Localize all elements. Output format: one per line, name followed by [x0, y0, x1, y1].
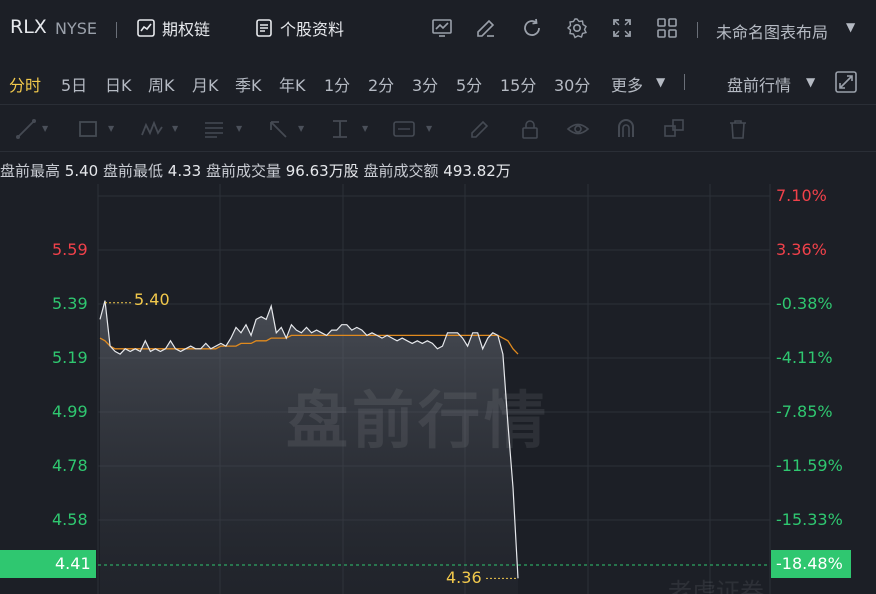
layout-name[interactable]: 未命名图表布局	[716, 19, 828, 43]
divider	[684, 74, 685, 90]
drawing-toolbar: ▼ ▼ ▼ ▼ ▼ ▼ ▼	[0, 104, 876, 152]
text-tool-icon[interactable]	[392, 117, 416, 141]
more-periods[interactable]: 更多	[611, 72, 643, 96]
low-marker-label: 4.36	[446, 568, 482, 587]
period-tab[interactable]: 年K	[279, 72, 306, 96]
y-tick-left: 4.78	[52, 456, 88, 475]
divider	[116, 22, 117, 38]
period-tab[interactable]: 月K	[192, 72, 219, 96]
volume-value: 96.63万股	[285, 162, 359, 180]
period-tab[interactable]: 1分	[324, 72, 350, 96]
caret-down-icon[interactable]: ▼	[108, 124, 114, 133]
period-tab[interactable]: 5日	[61, 72, 87, 96]
draw-edit-icon[interactable]	[474, 16, 498, 40]
period-tab[interactable]: 2分	[368, 72, 394, 96]
caret-down-icon[interactable]: ▼	[298, 124, 304, 133]
fib-tool-icon[interactable]	[202, 117, 226, 141]
caret-down-icon[interactable]: ▼	[362, 124, 368, 133]
period-tab[interactable]: 周K	[148, 72, 175, 96]
amount-value: 493.82万	[443, 162, 511, 180]
brush-icon[interactable]	[468, 117, 492, 141]
chart-watermark: 盘前行情	[286, 384, 551, 457]
period-tab[interactable]: 季K	[235, 72, 262, 96]
y-tick-right: 7.10%	[776, 186, 827, 205]
expand-icon[interactable]	[834, 70, 858, 94]
brand-watermark: 老虎证券	[668, 578, 764, 594]
indicator-chart-icon[interactable]	[430, 16, 454, 40]
stock-profile-label: 个股资料	[280, 20, 345, 39]
arrow-tool-icon[interactable]	[266, 117, 290, 141]
period-tab[interactable]: 3分	[412, 72, 438, 96]
divider	[697, 22, 698, 38]
y-tick-right: -7.85%	[776, 402, 833, 421]
stock-profile-button[interactable]: 个股资料	[254, 16, 344, 40]
low-label: 盘前最低	[102, 162, 163, 180]
low-value: 4.33	[167, 162, 202, 180]
amount-label: 盘前成交额	[363, 162, 439, 180]
period-tab[interactable]: 30分	[554, 72, 590, 96]
options-chain-icon	[137, 19, 155, 37]
trendline-tool-icon[interactable]	[14, 117, 38, 141]
caret-down-icon[interactable]: ▼	[172, 124, 178, 133]
period-bar: 分时 5日 日K 周K 月K 季K 年K 1分 2分 3分 5分 15分 30分…	[0, 60, 876, 104]
y-tick-left: 5.59	[52, 240, 88, 259]
intraday-chart[interactable]: 盘前行情 5.59 5.39 5.19 4.99 4.78 4.58 7.10%…	[0, 184, 876, 594]
caret-down-icon[interactable]: ▼	[656, 75, 665, 89]
y-tick-right: 3.36%	[776, 240, 827, 259]
caret-down-icon[interactable]: ▼	[846, 20, 855, 34]
measure-tool-icon[interactable]	[328, 117, 352, 141]
y-tick-right: -0.38%	[776, 294, 833, 313]
period-tab[interactable]: 15分	[500, 72, 536, 96]
caret-down-icon[interactable]: ▼	[236, 124, 242, 133]
y-tick-right: -11.59%	[776, 456, 843, 475]
trash-icon[interactable]	[726, 117, 750, 141]
stock-symbol[interactable]: RLX	[10, 16, 47, 38]
volume-label: 盘前成交量	[205, 162, 281, 180]
refresh-icon[interactable]	[520, 16, 544, 40]
top-header: RLX NYSE 期权链 个股资料 未命名图表布局 ▼	[0, 0, 876, 60]
wave-tool-icon[interactable]	[140, 117, 164, 141]
eye-icon[interactable]	[566, 117, 590, 141]
high-marker-label: 5.40	[134, 290, 170, 309]
grid-layout-icon[interactable]	[655, 16, 679, 40]
fullscreen-icon[interactable]	[610, 16, 634, 40]
current-price-badge: 4.41	[0, 550, 96, 578]
period-tab[interactable]: 分时	[9, 72, 41, 96]
period-tab[interactable]: 日K	[105, 72, 132, 96]
layers-icon[interactable]	[662, 117, 686, 141]
caret-down-icon[interactable]: ▼	[42, 124, 48, 133]
caret-down-icon[interactable]: ▼	[426, 124, 432, 133]
y-tick-right: -4.11%	[776, 348, 833, 367]
high-value: 5.40	[64, 162, 99, 180]
magnet-icon[interactable]	[614, 117, 638, 141]
options-chain-button[interactable]: 期权链	[136, 16, 210, 40]
document-icon	[256, 19, 272, 37]
rectangle-tool-icon[interactable]	[76, 117, 100, 141]
y-tick-left: 4.58	[52, 510, 88, 529]
y-tick-left: 5.19	[52, 348, 88, 367]
options-chain-label: 期权链	[162, 20, 211, 39]
lock-icon[interactable]	[518, 117, 542, 141]
current-change-badge: -18.48%	[771, 550, 851, 578]
caret-down-icon[interactable]: ▼	[806, 75, 815, 89]
premarket-stats: 盘前最高 5.40 盘前最低 4.33 盘前成交量 96.63万股 盘前成交额 …	[0, 160, 511, 181]
y-tick-right: -15.33%	[776, 510, 843, 529]
y-tick-left: 4.99	[52, 402, 88, 421]
high-label: 盘前最高	[0, 162, 61, 180]
y-tick-left: 5.39	[52, 294, 88, 313]
settings-icon[interactable]	[565, 16, 589, 40]
premarket-dropdown[interactable]: 盘前行情	[727, 72, 791, 96]
exchange-label: NYSE	[55, 19, 98, 38]
period-tab[interactable]: 5分	[456, 72, 482, 96]
